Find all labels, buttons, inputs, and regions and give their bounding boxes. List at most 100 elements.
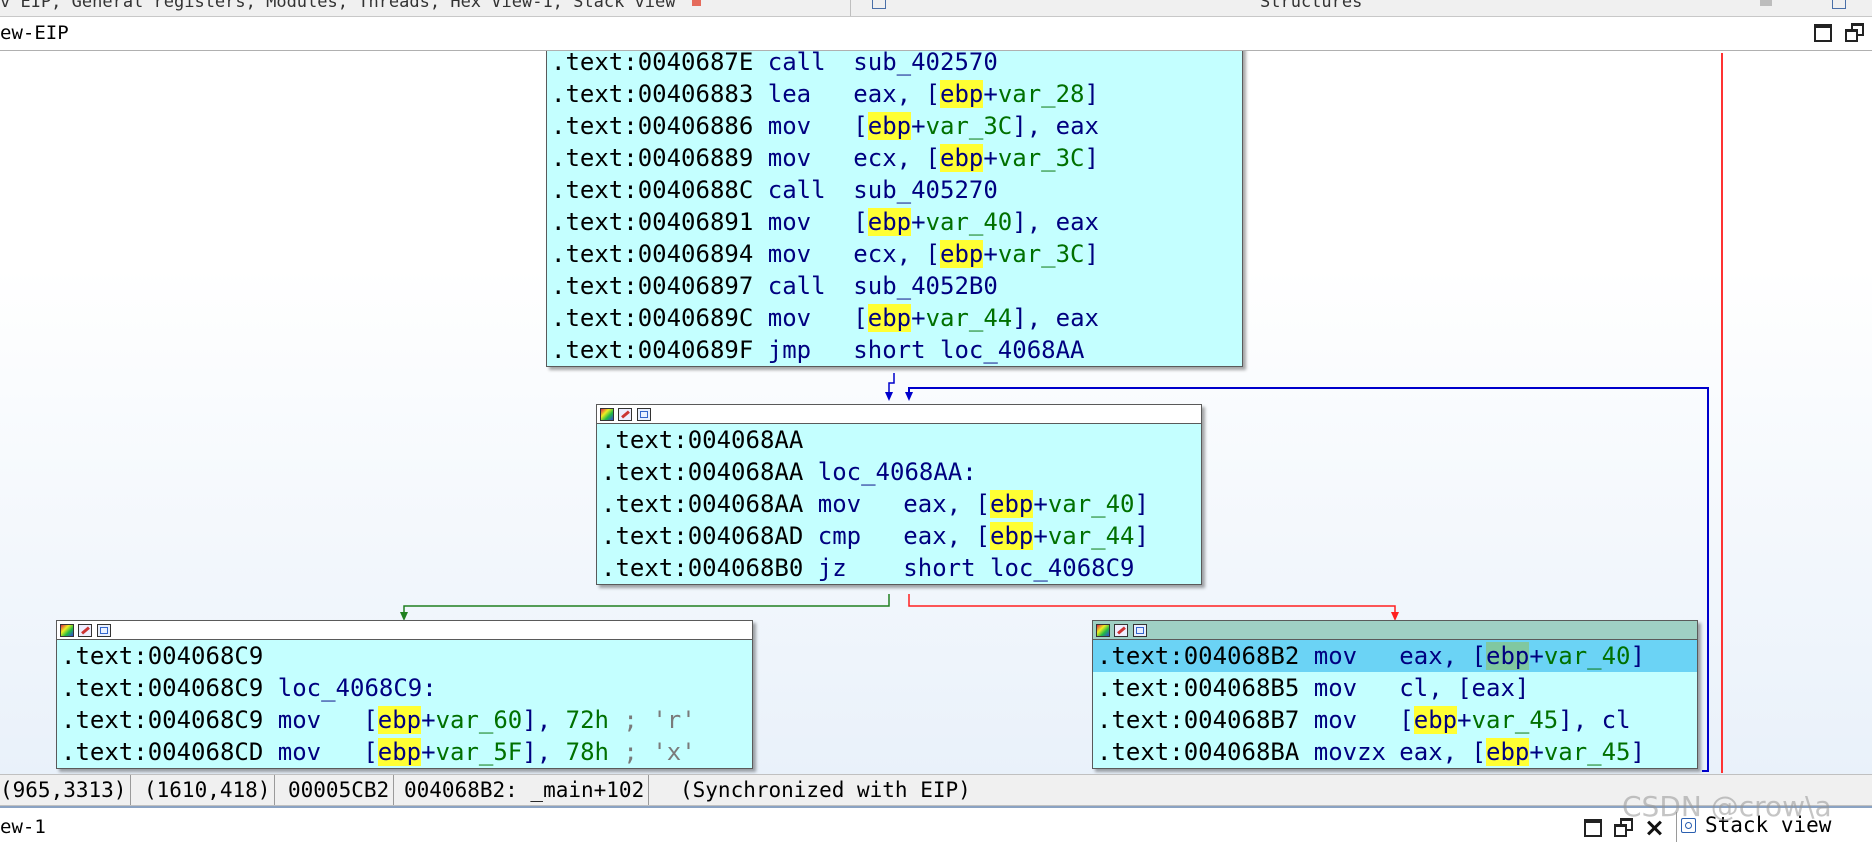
register-highlight[interactable]: ebp — [940, 240, 984, 268]
stack-variable[interactable]: var_45 — [1544, 738, 1631, 766]
stack-variable[interactable]: var_40 — [926, 208, 1013, 236]
asm-address: .text:004068B0 — [601, 554, 804, 582]
stack-variable[interactable]: var_3C — [998, 144, 1085, 172]
immediate-value: 78h — [565, 738, 609, 766]
tab-menu-icon[interactable] — [1832, 0, 1846, 9]
asm-line[interactable]: .text:004068B0 jz short loc_4068C9 — [597, 552, 1201, 584]
status-sync: (Synchronized with EIP) — [680, 778, 971, 802]
edit-block-icon[interactable] — [618, 408, 632, 421]
asm-line[interactable]: .text:00406891 mov [ebp+var_40], eax — [547, 206, 1242, 238]
asm-operands: ecx, [ebp+var_3C] — [853, 240, 1099, 268]
operand-text: ], eax — [1012, 304, 1099, 332]
code-reference[interactable]: sub_405270 — [853, 176, 998, 204]
group-block-icon[interactable] — [97, 624, 111, 637]
code-reference[interactable]: sub_4052B0 — [853, 272, 998, 300]
register-highlight[interactable]: ebp — [1486, 642, 1530, 670]
register-highlight[interactable]: ebp — [940, 144, 984, 172]
asm-line[interactable]: .text:0040688C call sub_405270 — [547, 174, 1242, 206]
asm-line[interactable]: .text:004068C9 — [57, 640, 752, 672]
stack-variable[interactable]: var_60 — [436, 706, 523, 734]
asm-operands: sub_4052B0 — [853, 272, 998, 300]
asm-line[interactable]: .text:004068B2 mov eax, [ebp+var_40] — [1093, 640, 1697, 672]
asm-line[interactable]: .text:00406894 mov ecx, [ebp+var_3C] — [547, 238, 1242, 270]
stack-variable[interactable]: var_40 — [1544, 642, 1631, 670]
restore-icon[interactable] — [1845, 23, 1864, 42]
asm-operands: [ebp+var_45], cl — [1399, 706, 1631, 734]
register-highlight[interactable]: ebp — [940, 80, 984, 108]
asm-line[interactable]: .text:004068C9 loc_4068C9: — [57, 672, 752, 704]
maximize-icon[interactable] — [1584, 819, 1602, 837]
graph-view[interactable]: .text:0040687E call sub_402570 .text:00406… — [0, 51, 1872, 774]
edit-block-icon[interactable] — [1114, 624, 1128, 637]
asm-line[interactable]: .text:004068C9 mov [ebp+var_60], 72h ; 'r… — [57, 704, 752, 736]
top-tab-labels[interactable]: v EIP, General registers, Modules, Threa… — [0, 0, 676, 12]
register-highlight[interactable]: ebp — [867, 304, 912, 332]
stack-variable[interactable]: var_44 — [1048, 522, 1135, 550]
asm-line[interactable]: .text:00406897 call sub_4052B0 — [547, 270, 1242, 302]
operand-text: + — [1033, 490, 1048, 518]
asm-line[interactable]: .text:00406883 lea eax, [ebp+var_28] — [547, 78, 1242, 110]
register-highlight[interactable]: ebp — [377, 738, 422, 766]
operand-text: ] — [1134, 490, 1149, 518]
asm-line[interactable]: .text:004068AA mov eax, [ebp+var_40] — [597, 488, 1201, 520]
register-highlight[interactable]: ebp — [990, 522, 1034, 550]
operand-text: eax, [ — [903, 522, 990, 550]
asm-line[interactable]: .text:004068AA — [597, 424, 1201, 456]
stack-variable[interactable]: var_3C — [926, 112, 1013, 140]
tab-close-icon[interactable] — [691, 0, 701, 6]
register-highlight[interactable]: ebp — [867, 112, 912, 140]
code-block-4[interactable]: .text:004068B2 mov eax, [ebp+var_40] .text… — [1092, 620, 1698, 769]
structures-tab[interactable]: Structures — [1260, 0, 1362, 11]
operand-text: + — [1529, 738, 1544, 766]
asm-line[interactable]: .text:004068BA movzx eax, [ebp+var_45] — [1093, 736, 1697, 768]
asm-mnemonic: call — [753, 176, 826, 204]
asm-mnemonic: mov — [263, 738, 322, 766]
asm-line[interactable]: .text:004068AA loc_4068AA: — [597, 456, 1201, 488]
color-block-icon[interactable] — [1096, 624, 1110, 637]
operand-text: + — [421, 706, 436, 734]
asm-mnemonic: movzx — [1299, 738, 1386, 766]
asm-line[interactable]: .text:00406889 mov ecx, [ebp+var_3C] — [547, 142, 1242, 174]
stack-variable[interactable]: var_3C — [998, 240, 1085, 268]
asm-operands: [ebp+var_40], eax — [853, 208, 1099, 236]
stack-variable[interactable]: var_44 — [926, 304, 1013, 332]
maximize-icon[interactable] — [1814, 24, 1832, 42]
asm-line[interactable]: .text:0040687E call sub_402570 — [547, 51, 1242, 78]
asm-line[interactable]: .text:0040689C mov [ebp+var_44], eax — [547, 302, 1242, 334]
asm-line[interactable]: .text:00406886 mov [ebp+var_3C], eax — [547, 110, 1242, 142]
edge-fallthrough-arrow — [885, 392, 893, 401]
asm-line[interactable]: .text:004068B5 mov cl, [eax] — [1093, 672, 1697, 704]
group-block-icon[interactable] — [1133, 624, 1147, 637]
asm-line[interactable]: .text:004068B7 mov [ebp+var_45], cl — [1093, 704, 1697, 736]
stack-variable[interactable]: var_45 — [1472, 706, 1559, 734]
color-block-icon[interactable] — [60, 624, 74, 637]
asm-label: loc_4068AA: — [803, 458, 977, 486]
group-block-icon[interactable] — [637, 408, 651, 421]
code-block-2[interactable]: .text:004068AA .text:004068AA loc_4068AA:… — [596, 404, 1202, 585]
tab-scroll-icon[interactable] — [1760, 0, 1772, 6]
top-tab-list[interactable]: v EIP, General registers, Modules, Threa… — [0, 0, 701, 12]
code-block-3[interactable]: .text:004068C9 .text:004068C9 loc_4068C9:… — [56, 620, 753, 769]
operand-text: + — [911, 208, 926, 236]
asm-address: .text:004068BA — [1097, 738, 1300, 766]
register-highlight[interactable]: ebp — [1413, 706, 1458, 734]
color-block-icon[interactable] — [600, 408, 614, 421]
register-highlight[interactable]: ebp — [867, 208, 912, 236]
register-highlight[interactable]: ebp — [990, 490, 1034, 518]
stack-variable[interactable]: var_5F — [436, 738, 523, 766]
asm-line[interactable]: .text:0040689F jmp short loc_4068AA — [547, 334, 1242, 366]
code-reference[interactable]: short loc_4068AA — [853, 336, 1084, 364]
asm-address: .text:00406883 — [551, 80, 754, 108]
stack-variable[interactable]: var_28 — [998, 80, 1085, 108]
register-highlight[interactable]: ebp — [377, 706, 422, 734]
code-reference[interactable]: short loc_4068C9 — [903, 554, 1134, 582]
asm-line[interactable]: .text:004068AD cmp eax, [ebp+var_44] — [597, 520, 1201, 552]
asm-operands: short loc_4068C9 — [903, 554, 1134, 582]
register-highlight[interactable]: ebp — [1486, 738, 1530, 766]
asm-line[interactable]: .text:004068CD mov [ebp+var_5F], 78h ; 'x… — [57, 736, 752, 768]
code-reference[interactable]: sub_402570 — [853, 51, 998, 76]
stack-variable[interactable]: var_40 — [1048, 490, 1135, 518]
code-block-1[interactable]: .text:0040687E call sub_402570 .text:00406… — [546, 51, 1243, 367]
edit-block-icon[interactable] — [78, 624, 92, 637]
operand-text: [ — [853, 304, 868, 332]
